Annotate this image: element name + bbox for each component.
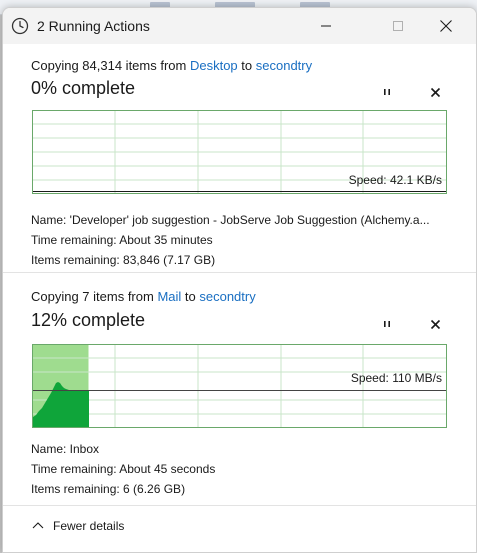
items-remaining: Items remaining: 83,846 (7.17 GB) (31, 253, 216, 267)
title-bar: 2 Running Actions (3, 8, 476, 44)
operation-joiner: to (237, 58, 256, 73)
destination-link[interactable]: secondtry (199, 289, 255, 304)
operation-prefix: Copying 84,314 items from (31, 58, 190, 73)
time-remaining: Time remaining: About 45 seconds (31, 462, 216, 476)
minimize-button[interactable] (303, 8, 349, 44)
pause-button[interactable] (377, 314, 397, 334)
operation-joiner: to (181, 289, 200, 304)
percent-complete: 12% complete (31, 310, 146, 330)
close-icon (440, 20, 452, 32)
items-remaining: Items remaining: 6 (6.26 GB) (31, 482, 186, 496)
close-icon (430, 319, 440, 329)
source-link[interactable]: Mail (157, 289, 181, 304)
graph-canvas (33, 345, 446, 427)
pause-button[interactable] (377, 82, 397, 102)
percent-complete: 0% complete (31, 78, 136, 98)
operation-header: Copying 7 items from Mail to secondtry (31, 289, 256, 304)
time-remaining: Time remaining: About 35 minutes (31, 233, 213, 247)
cancel-button[interactable] (425, 314, 445, 334)
copy-operation-2: Copying 7 items from Mail to secondtry 1… (3, 273, 476, 505)
close-button[interactable] (423, 8, 469, 44)
maximize-button[interactable] (375, 8, 421, 44)
progress-dialog: 2 Running Actions Copying 84,314 items f… (2, 7, 477, 553)
window-title: 2 Running Actions (37, 18, 150, 34)
destination-link[interactable]: secondtry (256, 58, 312, 73)
close-icon (430, 87, 440, 97)
file-name: Name: 'Developer' job suggestion - JobSe… (31, 213, 430, 227)
source-link[interactable]: Desktop (190, 58, 238, 73)
operation-prefix: Copying 7 items from (31, 289, 158, 304)
cancel-button[interactable] (425, 82, 445, 102)
pause-icon (384, 321, 390, 327)
operation-header: Copying 84,314 items from Desktop to sec… (31, 58, 312, 73)
fewer-details-button[interactable]: Fewer details (31, 519, 124, 533)
copy-operation-1: Copying 84,314 items from Desktop to sec… (3, 44, 476, 272)
file-name: Name: Inbox (31, 442, 100, 456)
pause-icon (384, 89, 390, 95)
transfer-speed-graph: Speed: 42.1 KB/s (32, 110, 447, 194)
transfer-speed-graph: Speed: 110 MB/s (32, 344, 447, 428)
fewer-details-label: Fewer details (53, 519, 125, 533)
chevron-up-icon (32, 522, 44, 529)
maximize-icon (393, 21, 403, 31)
footer: Fewer details (3, 505, 476, 552)
speed-readout: Speed: 42.1 KB/s (348, 173, 442, 187)
minimize-icon (321, 25, 331, 27)
speed-readout: Speed: 110 MB/s (350, 371, 442, 385)
clock-icon (11, 17, 29, 35)
